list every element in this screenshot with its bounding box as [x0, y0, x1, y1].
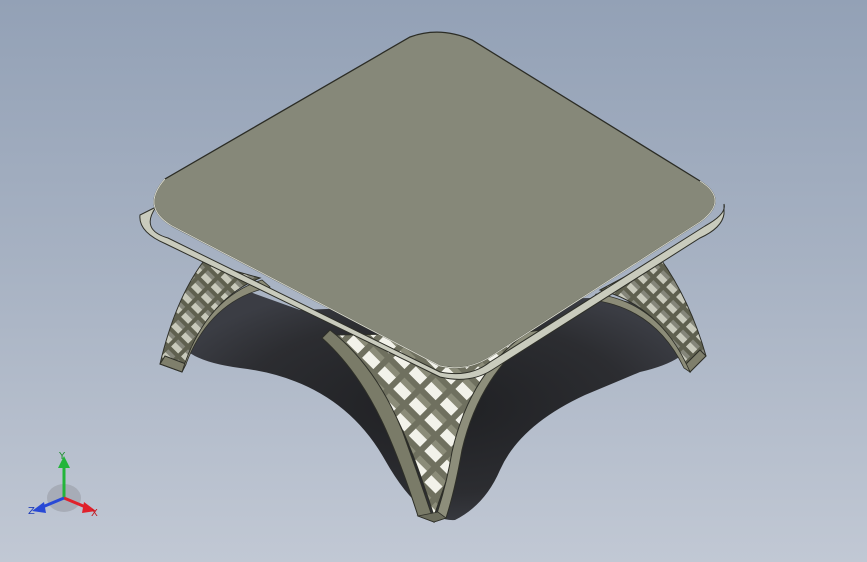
view-orientation-triad[interactable]: Y X Z — [26, 448, 106, 528]
y-axis-label: Y — [58, 451, 66, 462]
x-axis-label: X — [91, 508, 98, 519]
graphics-viewport[interactable]: Y X Z — [0, 0, 867, 562]
z-axis-label: Z — [28, 506, 35, 517]
model-view[interactable] — [0, 0, 867, 562]
